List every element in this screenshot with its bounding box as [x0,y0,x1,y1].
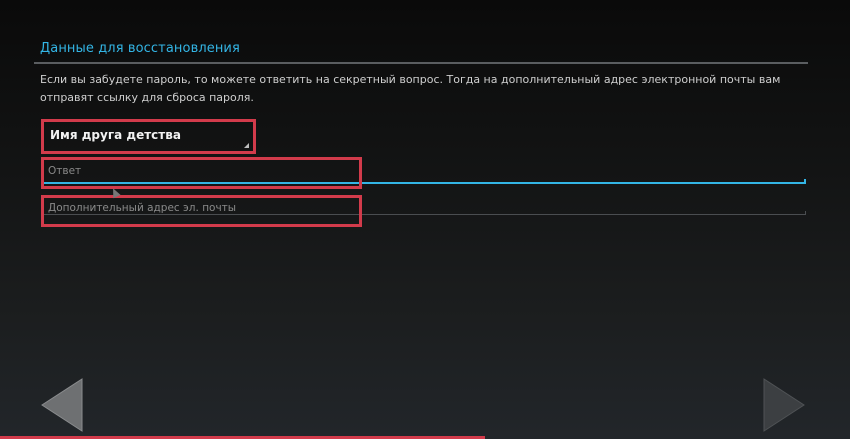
email-underline [44,211,806,215]
section-divider [34,62,808,64]
email-input[interactable] [48,202,348,214]
security-question-value: Имя друга детства [50,128,181,142]
triangle-right-icon [763,378,805,432]
next-button[interactable] [762,378,806,432]
back-button[interactable] [40,378,84,432]
security-question-spinner[interactable]: Имя друга детства [40,120,255,154]
email-field[interactable] [40,196,360,224]
recovery-description: Если вы забудете пароль, то можете ответ… [40,73,781,104]
answer-underline [44,179,806,184]
answer-input[interactable] [48,165,348,177]
triangle-left-icon [41,378,83,432]
section-title: Данные для восстановления [40,41,240,56]
spinner-arrow-icon [244,143,249,148]
